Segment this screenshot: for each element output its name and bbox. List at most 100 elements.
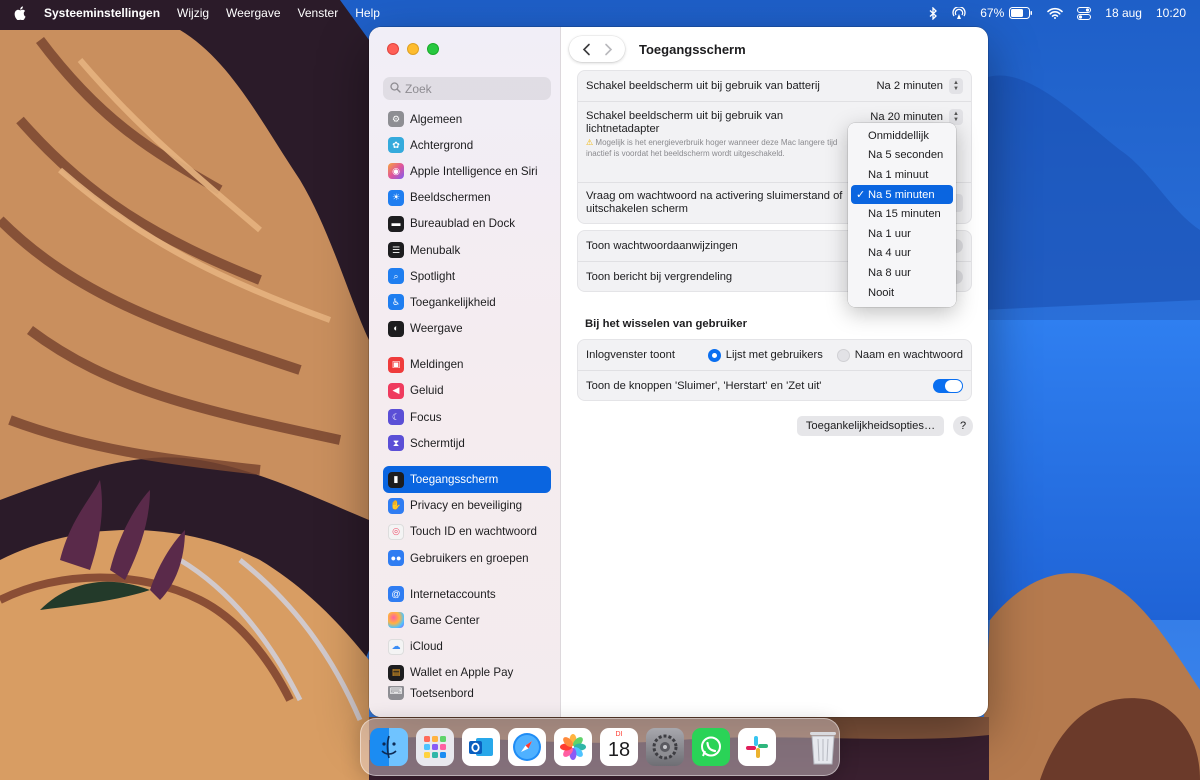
radio-name-password[interactable]: Naam en wachtwoord — [836, 348, 963, 362]
sidebar-item-label: Toegangsscherm — [410, 473, 499, 487]
sidebar-item-schermtijd[interactable]: ⧗ Schermtijd — [383, 430, 551, 456]
battery-icon — [1009, 7, 1033, 19]
sidebar-item-toegangsscherm[interactable]: ▮ Toegangsscherm — [383, 466, 551, 493]
login-window-options: Lijst met gebruikers Naam en wachtwoord — [707, 348, 963, 362]
power-buttons-toggle[interactable] — [933, 378, 963, 393]
power-buttons-row: Toon de knoppen 'Sluimer', 'Herstart' en… — [578, 370, 971, 400]
sidebar-item-bureaublad-dock[interactable]: ▬ Bureaublad en Dock — [383, 211, 551, 237]
sidebar-item-geluid[interactable]: ◀ Geluid — [383, 378, 551, 404]
dropdown-option[interactable]: Na 4 uur — [851, 244, 953, 264]
dropdown-option-label: Na 1 uur — [868, 227, 911, 240]
slack-icon[interactable] — [738, 728, 776, 766]
menubar-time[interactable]: 10:20 — [1156, 6, 1186, 20]
safari-icon[interactable] — [508, 728, 546, 766]
sidebar-item-toegankelijkheid[interactable]: ♿ Toegankelijkheid — [383, 289, 551, 315]
bluetooth-icon[interactable] — [929, 6, 938, 20]
control-center-icon[interactable] — [1077, 6, 1092, 20]
password-delay-dropdown: Onmiddellijk Na 5 seconden Na 1 minuut ✓… — [848, 123, 956, 307]
apple-menu-icon[interactable] — [14, 6, 26, 20]
sidebar-item-apple-intelligence[interactable]: ◉ Apple Intelligence en Siri — [383, 158, 551, 184]
sidebar-item-label: Touch ID en wachtwoord — [410, 525, 537, 539]
sidebar-item-label: Wallet en Apple Pay — [410, 666, 514, 680]
dock-icon: ▬ — [388, 215, 404, 232]
dropdown-option[interactable]: Na 15 minuten — [851, 204, 953, 224]
page-title: Toegangsscherm — [639, 41, 746, 57]
accessibility-options-button[interactable]: Toegankelijkheidsopties… — [797, 416, 944, 436]
dropdown-option-selected[interactable]: ✓ Na 5 minuten — [851, 184, 953, 205]
sidebar-item-wallet[interactable]: ▤ Wallet en Apple Pay — [383, 660, 551, 686]
sidebar-item-spotlight[interactable]: ⌕ Spotlight — [383, 263, 551, 289]
sidebar-item-game-center[interactable]: Game Center — [383, 607, 551, 633]
sidebar-item-menubalk[interactable]: ☰ Menubalk — [383, 237, 551, 263]
sidebar-item-beeldschermen[interactable]: ☀ Beeldschermen — [383, 185, 551, 211]
trash-icon[interactable] — [804, 728, 842, 766]
hand-icon: ✋ — [388, 497, 404, 514]
forward-button[interactable] — [604, 43, 613, 56]
calendar-icon[interactable]: DI 18 — [600, 728, 638, 766]
sidebar-group-accounts: @ Internetaccounts Game Center ☁ iCloud ▤ W… — [383, 581, 551, 700]
sidebar-item-icloud[interactable]: ☁ iCloud — [383, 634, 551, 660]
sidebar-item-weergave[interactable]: ◐ Weergave — [383, 316, 551, 342]
sidebar-item-gebruikers[interactable]: ●● Gebruikers en groepen — [383, 545, 551, 571]
photos-icon[interactable] — [554, 728, 592, 766]
battery-status[interactable]: 67% — [980, 6, 1033, 20]
sidebar-item-label: Toetsenbord — [410, 686, 474, 700]
dropdown-option-label: Na 1 minuut — [868, 168, 929, 181]
menu-wijzig[interactable]: Wijzig — [177, 6, 209, 20]
calendar-month: DI — [615, 731, 623, 738]
dropdown-option-label: Na 15 minuten — [868, 208, 941, 221]
sidebar-item-touch-id[interactable]: ◎ Touch ID en wachtwoord — [383, 519, 551, 545]
battery-display-off-popup[interactable]: Na 2 minuten ▲ ▼ — [876, 78, 963, 94]
sidebar-item-focus[interactable]: ☾ Focus — [383, 404, 551, 430]
zoom-window-button[interactable] — [427, 43, 439, 55]
menu-venster[interactable]: Venster — [298, 6, 339, 20]
sidebar-group-general: ⚙ Algemeen ✿ Achtergrond ◉ Apple Intelligen… — [383, 106, 551, 342]
login-window-row: Inlogvenster toont Lijst met gebruikers … — [578, 340, 971, 370]
sidebar-item-achtergrond[interactable]: ✿ Achtergrond — [383, 132, 551, 158]
sidebar-item-meldingen[interactable]: ▣ Meldingen — [383, 352, 551, 378]
window-controls — [387, 43, 439, 55]
finder-icon[interactable] — [370, 728, 408, 766]
sidebar-search[interactable] — [383, 77, 551, 100]
dropdown-option[interactable]: Onmiddellijk — [851, 126, 953, 146]
menu-help[interactable]: Help — [355, 6, 380, 20]
dropdown-option[interactable]: Na 5 seconden — [851, 146, 953, 166]
dropdown-option[interactable]: Na 1 minuut — [851, 165, 953, 185]
battery-display-off-value: Na 2 minuten — [876, 80, 943, 92]
close-window-button[interactable] — [387, 43, 399, 55]
radio-name-password-label: Naam en wachtwoord — [854, 349, 963, 361]
navigation-buttons — [569, 36, 625, 62]
menu-weergave[interactable]: Weergave — [226, 6, 280, 20]
siri-icon: ◉ — [388, 163, 404, 180]
adapter-warning-text: Mogelijk is het energieverbruik hoger wa… — [586, 138, 838, 158]
dropdown-option[interactable]: Na 1 uur — [851, 224, 953, 244]
radio-user-list-label: Lijst met gebruikers — [725, 349, 823, 361]
search-input[interactable] — [405, 81, 545, 96]
help-button[interactable]: ? — [953, 416, 973, 436]
lock-screen-icon: ▮ — [388, 471, 404, 488]
system-settings-icon[interactable] — [646, 728, 684, 766]
bell-icon: ▣ — [388, 356, 404, 373]
sidebar-item-toetsenbord[interactable]: ⌨ Toetsenbord — [383, 685, 551, 700]
sidebar-group-security: ▮ Toegangsscherm ✋ Privacy en beveiliging … — [383, 466, 551, 571]
sidebar-item-algemeen[interactable]: ⚙ Algemeen — [383, 106, 551, 132]
airdrop-icon[interactable] — [952, 6, 966, 20]
minimize-window-button[interactable] — [407, 43, 419, 55]
dock: DI 18 — [360, 718, 840, 776]
sidebar-item-internetaccounts[interactable]: @ Internetaccounts — [383, 581, 551, 607]
menu-app-name[interactable]: Systeeminstellingen — [44, 6, 160, 20]
back-button[interactable] — [582, 43, 591, 56]
menubar-date[interactable]: 18 aug — [1105, 6, 1142, 20]
cloud-icon: ☁ — [388, 638, 404, 655]
wifi-icon[interactable] — [1047, 7, 1064, 19]
whatsapp-icon[interactable] — [692, 728, 730, 766]
dropdown-option[interactable]: Na 8 uur — [851, 263, 953, 283]
outlook-icon[interactable] — [462, 728, 500, 766]
sidebar-item-privacy[interactable]: ✋ Privacy en beveiliging — [383, 493, 551, 519]
radio-user-list[interactable]: Lijst met gebruikers — [707, 348, 823, 362]
launchpad-icon[interactable] — [416, 728, 454, 766]
dropdown-option-label: Na 5 minuten — [868, 188, 935, 201]
dropdown-option[interactable]: Nooit — [851, 283, 953, 303]
popup-chevron-icon: ▲ ▼ — [949, 78, 963, 94]
warning-icon: ⚠ — [586, 138, 596, 148]
